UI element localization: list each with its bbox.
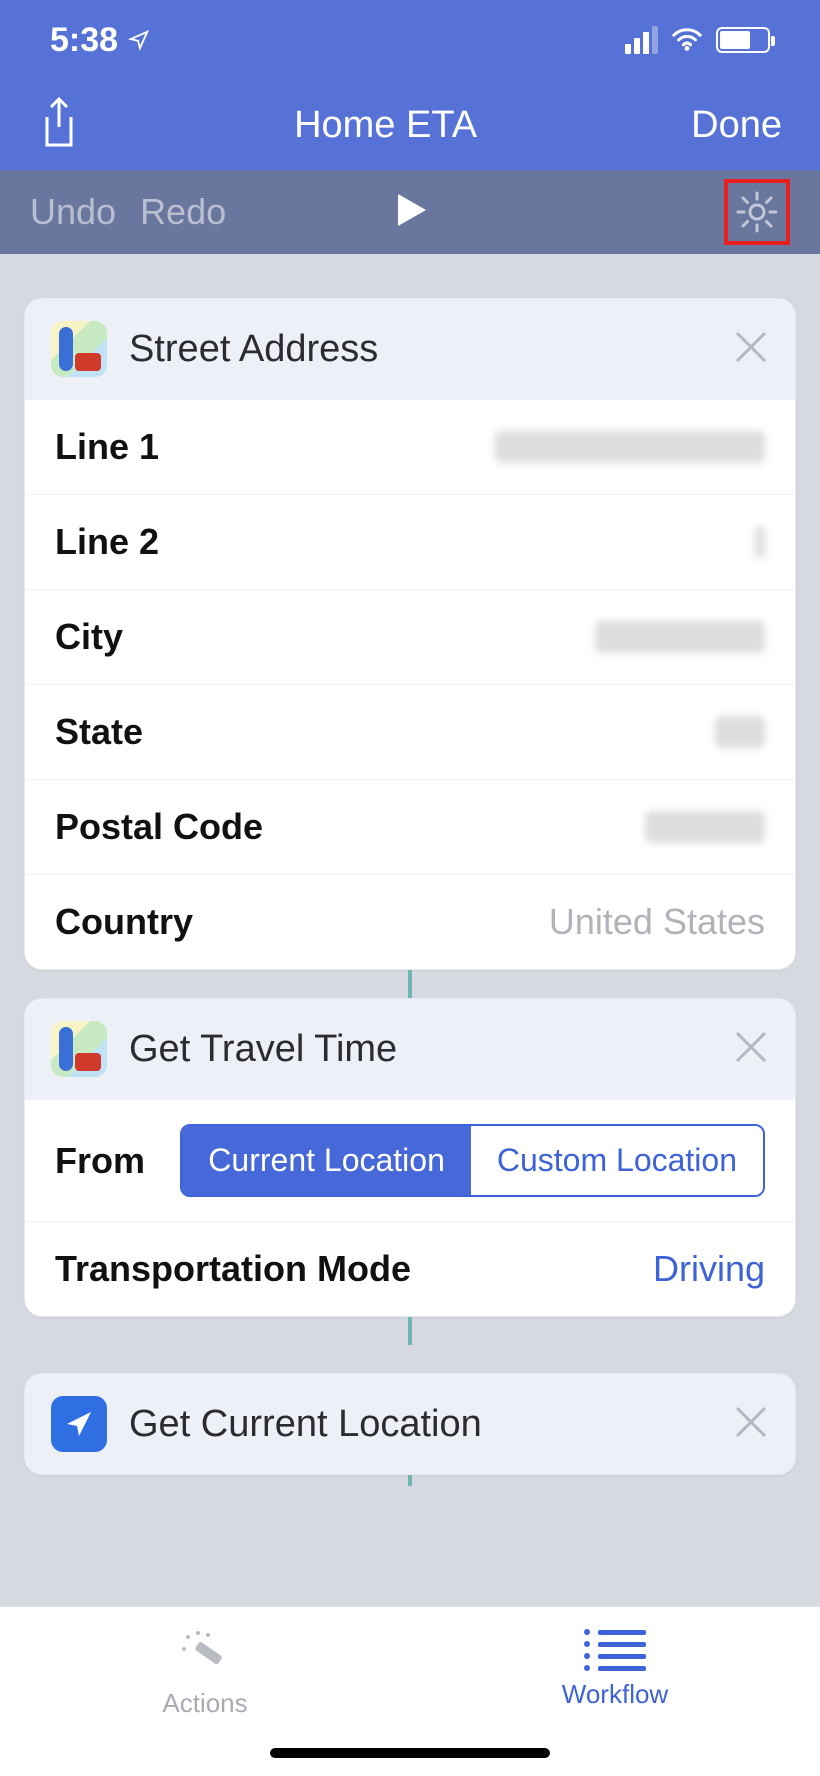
action-card-travel-time: Get Travel Time From Current Location Cu… (24, 998, 796, 1317)
card-title: Street Address (129, 328, 378, 371)
wand-icon (178, 1629, 232, 1680)
from-segmented-control: Current Location Custom Location (180, 1124, 765, 1197)
maps-icon (51, 321, 107, 377)
action-card-street-address: Street Address Line 1 Line 2 City State … (24, 298, 796, 970)
card-title: Get Current Location (129, 1403, 482, 1446)
connector (408, 970, 412, 998)
tab-label: Actions (162, 1688, 247, 1719)
settings-button[interactable] (724, 179, 790, 245)
undo-button[interactable]: Undo (30, 191, 116, 233)
seg-current-location[interactable]: Current Location (182, 1126, 471, 1195)
redo-button[interactable]: Redo (140, 191, 226, 233)
field-value-country[interactable]: United States (549, 901, 765, 943)
status-bar: 5:38 (0, 0, 820, 80)
editor-toolbar: Undo Redo (0, 170, 820, 254)
connector (408, 1475, 412, 1486)
field-value-state[interactable] (715, 716, 765, 748)
location-services-icon (128, 29, 150, 51)
field-value-city[interactable] (595, 621, 765, 653)
cell-signal-icon (625, 26, 658, 54)
card-title: Get Travel Time (129, 1028, 397, 1071)
done-button[interactable]: Done (691, 104, 782, 147)
remove-action-button[interactable] (733, 1404, 769, 1445)
field-label-line2: Line 2 (55, 521, 159, 563)
play-icon (390, 190, 430, 230)
field-label-country: Country (55, 901, 193, 943)
wifi-icon (672, 28, 702, 52)
close-icon (733, 1404, 769, 1440)
close-icon (733, 1029, 769, 1065)
field-value-line2[interactable] (755, 526, 765, 558)
seg-custom-location[interactable]: Custom Location (471, 1126, 763, 1195)
share-icon (38, 97, 80, 149)
action-card-current-location: Get Current Location (24, 1373, 796, 1475)
remove-action-button[interactable] (733, 329, 769, 370)
field-label-line1: Line 1 (55, 426, 159, 468)
home-indicator[interactable] (270, 1748, 550, 1758)
field-label-state: State (55, 711, 143, 753)
status-time: 5:38 (50, 21, 118, 60)
battery-icon (716, 27, 770, 53)
field-label-mode: Transportation Mode (55, 1248, 411, 1290)
run-button[interactable] (390, 190, 430, 235)
remove-action-button[interactable] (733, 1029, 769, 1070)
field-label-from: From (55, 1140, 145, 1182)
close-icon (733, 329, 769, 365)
share-button[interactable] (38, 97, 80, 154)
gear-icon (734, 189, 780, 235)
field-value-mode[interactable]: Driving (653, 1248, 765, 1290)
workflow-canvas[interactable]: Street Address Line 1 Line 2 City State … (0, 254, 820, 1486)
page-title: Home ETA (294, 104, 477, 147)
connector (408, 1317, 412, 1345)
location-icon (51, 1396, 107, 1452)
field-label-postal: Postal Code (55, 806, 263, 848)
nav-bar: Home ETA Done (0, 80, 820, 170)
field-label-city: City (55, 616, 123, 658)
maps-icon (51, 1021, 107, 1077)
field-value-postal[interactable] (645, 811, 765, 843)
field-value-line1[interactable] (495, 431, 765, 463)
workflow-icon (584, 1629, 646, 1671)
tab-label: Workflow (562, 1679, 668, 1710)
